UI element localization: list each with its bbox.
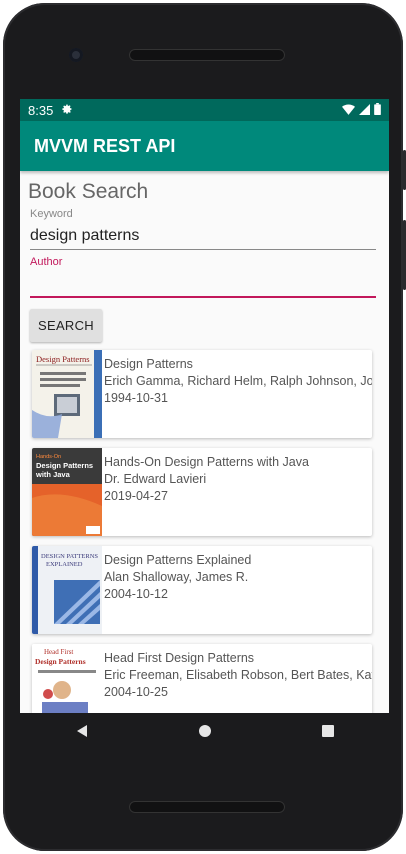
cover-title-text: Design Patterns	[36, 354, 90, 364]
book-cover-image: Design Patterns	[32, 350, 102, 438]
book-authors: Erich Gamma, Richard Helm, Ralph Johnson…	[104, 374, 372, 388]
search-form: Book Search Keyword Author SEARCH Design…	[20, 171, 389, 713]
svg-text:with Java: with Java	[35, 470, 71, 479]
svg-text:DESIGN PATTERNS: DESIGN PATTERNS	[41, 553, 98, 560]
book-authors: Dr. Edward Lavieri	[104, 472, 207, 486]
book-title: Head First Design Patterns	[104, 651, 255, 665]
app-bar: MVVM REST API	[20, 121, 389, 171]
author-input[interactable]	[30, 269, 376, 298]
book-date: 2004-10-12	[104, 587, 168, 601]
front-camera	[69, 48, 83, 62]
author-field: Author	[30, 255, 377, 298]
page-title: Book Search	[28, 180, 149, 203]
book-cover-image: Head First Design Patterns	[32, 644, 102, 713]
book-card[interactable]: Hands-On Design Patterns with Java Hands…	[32, 448, 372, 536]
book-card[interactable]: DESIGN PATTERNS EXPLAINED Design Pattern…	[32, 546, 372, 634]
book-authors: Eric Freeman, Elisabeth Robson, Bert Bat…	[104, 668, 372, 682]
book-card[interactable]: Design Patterns Design Patterns Erich Ga…	[32, 350, 372, 438]
battery-icon	[374, 102, 381, 118]
book-card[interactable]: Head First Design Patterns Head First De…	[32, 644, 372, 713]
book-info: Hands-On Design Patterns with Java Dr. E…	[102, 448, 309, 536]
svg-text:Design Patterns: Design Patterns	[36, 461, 93, 470]
system-nav-bar	[20, 713, 389, 753]
keyword-field: Keyword	[30, 207, 377, 250]
book-title: Hands-On Design Patterns with Java	[104, 455, 309, 469]
book-authors: Alan Shalloway, James R.	[104, 570, 249, 584]
cover-tag-text: Hands-On	[36, 454, 61, 460]
book-info: Design Patterns Erich Gamma, Richard Hel…	[102, 350, 372, 438]
book-cover-image: Hands-On Design Patterns with Java	[32, 448, 102, 536]
bottom-speaker	[129, 801, 285, 813]
book-info: Head First Design Patterns Eric Freeman,…	[102, 644, 372, 713]
back-icon[interactable]	[75, 724, 89, 743]
book-title: Design Patterns Explained	[104, 553, 252, 567]
book-date: 2019-04-27	[104, 489, 168, 503]
recents-icon[interactable]	[321, 724, 335, 743]
status-bar: 8:35	[20, 99, 389, 121]
app-title: MVVM REST API	[34, 135, 176, 156]
settings-gear-icon	[61, 103, 73, 118]
book-cover-image: DESIGN PATTERNS EXPLAINED	[32, 546, 102, 634]
cell-signal-icon	[359, 103, 370, 118]
status-time: 8:35	[28, 102, 54, 118]
screen: 8:35 MVVM REST API Book Search Keyword A…	[20, 99, 389, 713]
svg-text:EXPLAINED: EXPLAINED	[46, 561, 83, 568]
cover-tag-text: Head First	[44, 648, 73, 656]
keyword-label: Keyword	[30, 208, 73, 220]
home-icon[interactable]	[198, 724, 212, 743]
book-date: 2004-10-25	[104, 685, 168, 699]
cover-title-text: Design Patterns	[35, 657, 86, 666]
keyword-input[interactable]	[30, 221, 376, 250]
book-list[interactable]: Design Patterns Design Patterns Erich Ga…	[32, 350, 377, 713]
wifi-icon	[342, 103, 355, 118]
top-speaker	[129, 49, 285, 61]
book-info: Design Patterns Explained Alan Shalloway…	[102, 546, 251, 634]
author-label: Author	[30, 256, 63, 268]
book-title: Design Patterns	[104, 357, 193, 371]
book-date: 1994-10-31	[104, 391, 168, 405]
search-button[interactable]: SEARCH	[30, 309, 102, 342]
